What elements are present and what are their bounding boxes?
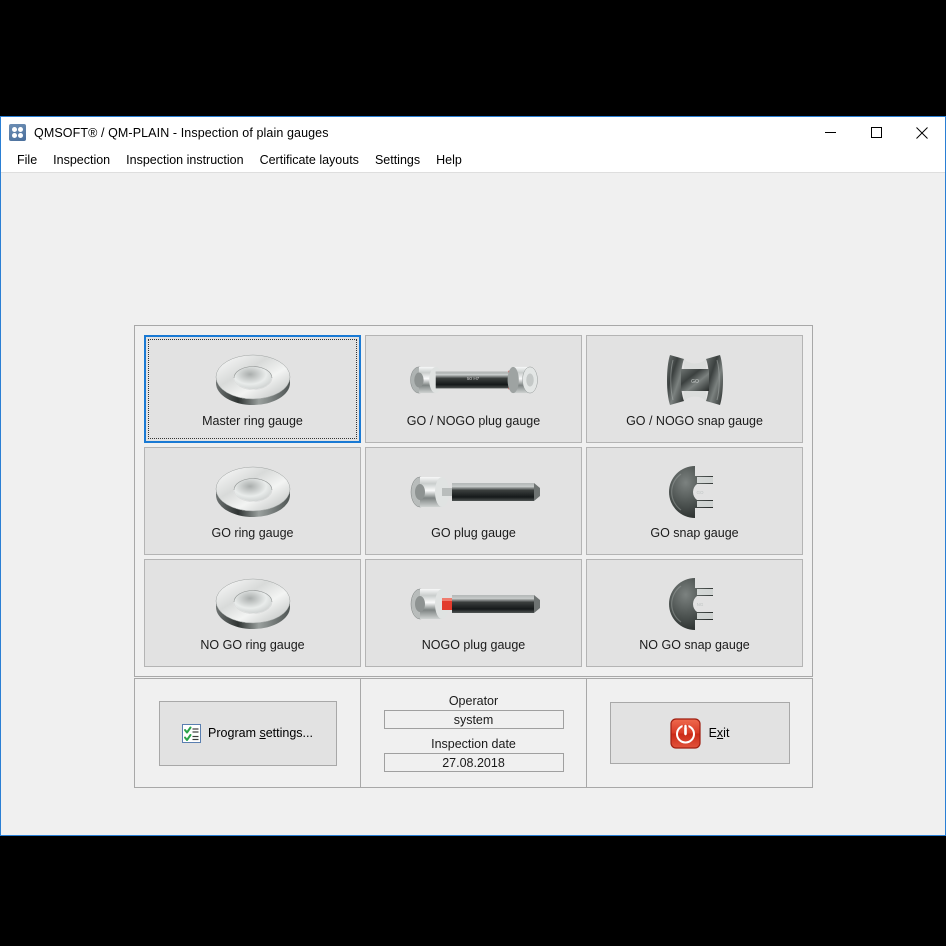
minimize-icon [824,132,836,133]
checklist-icon [182,723,202,743]
gauge-tile-go-ring-gauge[interactable]: GO ring gauge [144,447,361,555]
qmsoft-app-icon [9,124,26,141]
close-button[interactable] [899,117,945,148]
gauge-tile-no-go-ring-gauge[interactable]: NO GO ring gauge [144,559,361,667]
inspection-date-label: Inspection date [431,737,516,751]
svg-text:NG: NG [696,602,703,607]
svg-text:GO: GO [696,490,704,495]
gauge-tile-label: Master ring gauge [202,414,303,428]
menu-item-help[interactable]: Help [428,150,470,170]
inspection-date-field[interactable]: 27.08.2018 [383,753,564,772]
gauge-tile-label: NOGO plug gauge [421,638,526,652]
gauge-grid: Master ring gauge 50 H7 GO / NOGO plug g… [135,326,812,676]
ring-gauge-image [183,462,323,522]
gauge-selection-panel: Master ring gauge 50 H7 GO / NOGO plug g… [134,325,813,677]
exit-label-post: it [723,726,730,740]
program-settings-label: Program settings... [208,726,313,740]
program-settings-label-post: ettings... [265,726,313,740]
footer-center-section: Operator system Inspection date 27.08.20… [361,679,587,787]
window-title: QMSOFT® / QM-PLAIN - Inspection of plain… [34,125,329,140]
menu-item-settings[interactable]: Settings [367,150,428,170]
gauge-tile-go-nogo-snap-gauge[interactable]: GO GO / NOGO snap gauge [586,335,803,443]
plug-gauge-image [404,462,544,522]
gauge-tile-label: GO ring gauge [211,526,294,540]
menu-item-certificate-layouts[interactable]: Certificate layouts [252,150,367,170]
nogo-plug-gauge-image [404,574,544,634]
double-plug-gauge-image: 50 H7 [404,350,544,410]
gauge-tile-nogo-plug-gauge[interactable]: NOGO plug gauge [365,559,582,667]
svg-text:50 H7: 50 H7 [466,376,479,381]
application-window: QMSOFT® / QM-PLAIN - Inspection of plain… [0,116,946,836]
ring-gauge-image [183,574,323,634]
menu-item-inspection-instruction[interactable]: Inspection instruction [118,150,251,170]
exit-label: Exit [709,726,730,740]
client-area: Master ring gauge 50 H7 GO / NOGO plug g… [1,173,945,835]
operator-field[interactable]: system [383,710,564,729]
gauge-tile-label: GO / NOGO plug gauge [406,414,541,428]
footer-right-section: Exit [587,679,812,787]
menu-item-inspection[interactable]: Inspection [45,150,118,170]
gauge-tile-label: GO / NOGO snap gauge [626,414,763,428]
snap-gauge-image: GO [625,462,765,522]
operator-label: Operator [448,694,499,708]
exit-label-pre: E [708,726,717,740]
ring-gauge-image [183,350,323,410]
program-settings-label-pre: Program [208,726,260,740]
menu-bar: File Inspection Inspection instruction C… [1,148,945,173]
gauge-tile-go-nogo-plug-gauge[interactable]: 50 H7 GO / NOGO plug gauge [365,335,582,443]
svg-text:GO: GO [691,379,699,385]
footer-panel: Program settings... Operator system Insp… [134,678,813,788]
double-snap-gauge-image: GO [625,350,765,410]
footer-left-section: Program settings... [135,679,361,787]
gauge-tile-master-ring-gauge[interactable]: Master ring gauge [144,335,361,443]
snap-gauge-image: NG [625,574,765,634]
gauge-tile-label: GO snap gauge [650,526,739,540]
maximize-icon [870,127,882,138]
close-icon [916,126,928,139]
program-settings-button[interactable]: Program settings... [158,700,337,766]
power-icon [669,717,701,749]
menu-item-file[interactable]: File [9,150,45,170]
minimize-button[interactable] [807,117,853,148]
gauge-tile-no-go-snap-gauge[interactable]: NG NO GO snap gauge [586,559,803,667]
gauge-tile-go-plug-gauge[interactable]: GO plug gauge [365,447,582,555]
maximize-button[interactable] [853,117,899,148]
title-bar: QMSOFT® / QM-PLAIN - Inspection of plain… [1,117,945,148]
gauge-tile-label: GO plug gauge [431,526,516,540]
gauge-tile-label: NO GO snap gauge [639,638,750,652]
gauge-tile-label: NO GO ring gauge [200,638,305,652]
gauge-tile-go-snap-gauge[interactable]: GO GO snap gauge [586,447,803,555]
window-controls [807,117,945,148]
exit-button[interactable]: Exit [609,702,790,764]
